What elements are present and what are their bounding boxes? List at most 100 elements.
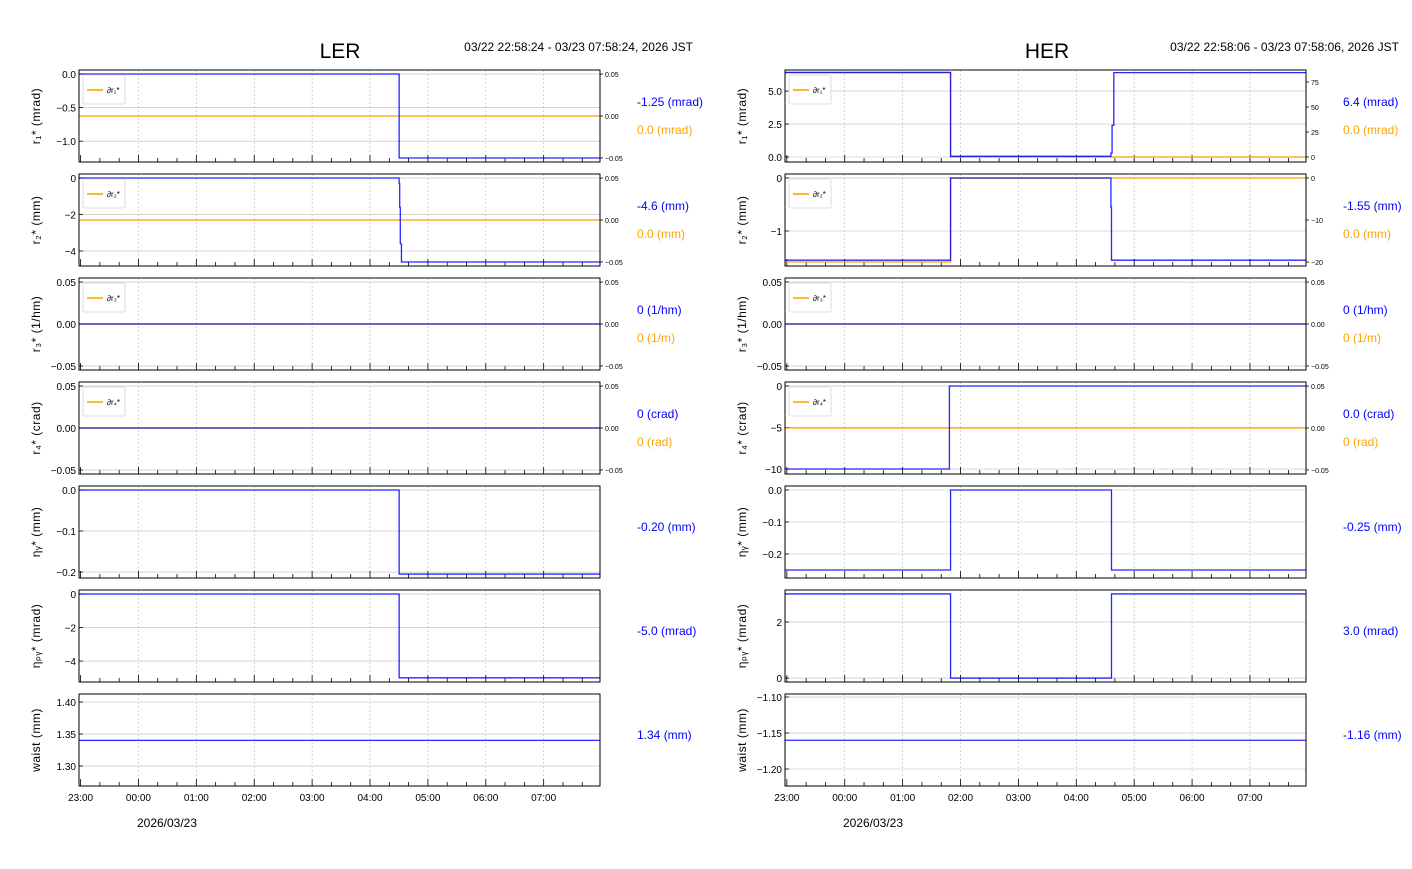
y-axis-label: ηᵧ* (mm) [735,507,749,558]
y-tick-label: 0 [776,174,782,185]
secondary-value-readout: 0 (rad) [1343,435,1378,449]
plot-frame [784,69,1307,163]
legend: ∂r₂* [788,178,832,209]
y-axis-label: ηₚᵧ* (mrad) [29,604,43,669]
primary-series-line [79,593,600,679]
legend-label: ∂r₁* [813,86,825,95]
primary-value-readout: 1.34 (mm) [637,728,692,742]
y-tick-label: −0.1 [56,527,76,538]
y-tick-label: 0.0 [62,486,76,497]
right-y-tick-label: 0.05 [1311,384,1325,391]
legend-label: ∂r₄* [107,398,120,407]
y-axis-label: r₂* (mm) [29,196,43,245]
y-tick-label: −4 [65,247,77,258]
secondary-value-readout: 0 (rad) [637,435,672,449]
y-axis-label: ηᵧ* (mm) [29,507,43,558]
x-tick-label: 04:00 [1064,793,1089,804]
y-tick-label: −4 [65,657,77,668]
panel-7: −1.10 −1.15 −1.20 waist (mm) -1.16 (mm) [735,693,1402,787]
panel-2: 0 −2 −4 0.05 0.00 −0.05 ∂r₂* r₂* (mm) -4.6 (mm) 0… [29,173,689,267]
panel-3: 0.05 0.00 −0.05 0.05 0.00 −0.05 ∂r₃* r₃* (1/hm)… [29,277,682,373]
right-y-tick-label: 0.00 [605,218,619,225]
panel-3: 0.05 0.00 −0.05 0.05 0.00 −0.05 ∂r₃* r₃* (1/hm)… [735,277,1388,373]
legend-label: ∂r₃* [813,294,826,303]
y-tick-label: 0.05 [57,278,77,289]
y-tick-label: −1.15 [757,729,783,740]
legend: ∂r₁* [82,74,126,105]
panel-4: 0.05 0.00 −0.05 0.05 0.00 −0.05 ∂r₄* r₄* (crad)… [29,381,678,477]
primary-value-readout: 0 (crad) [637,407,678,421]
right-y-tick-label: 0.05 [605,72,619,79]
panel-2: 0−10−10−20∂r₂*r₂* (mm) -1.55 (mm)0.0 (mm) [735,173,1402,267]
time-range-label: 03/22 22:58:24 - 03/23 07:58:24, 2026 JS… [464,40,694,54]
y-tick-label: −1.20 [757,765,783,776]
panel-7: 1.40 1.35 1.30 waist (mm) 1.34 (mm) [29,693,692,787]
y-tick-label: 0 [70,174,76,185]
y-tick-label: −2 [65,211,77,222]
legend: ∂r₄* [788,386,832,417]
legend: ∂r₂* [82,178,126,209]
time-range-label: 03/22 22:58:06 - 03/23 07:58:06, 2026 JS… [1170,40,1400,54]
y-axis-label: r₄* (crad) [735,401,749,454]
y-axis-label: r₄* (crad) [29,401,43,454]
beam-optics-figure: LER 03/22 22:58:24 - 03/23 07:58:24, 2026… [29,40,1402,830]
right-y-tick-label: 25 [1311,130,1319,137]
x-tick-label: 03:00 [1006,793,1031,804]
x-tick-label: 02:00 [242,793,267,804]
secondary-value-readout: 0 (1/m) [637,331,675,345]
panel-4: 0 −5 −10 0.05 0.00 −0.05 ∂r₄* r₄* (crad) 0.0 (cr… [735,381,1394,476]
primary-series-line [785,489,1306,571]
y-tick-label: −0.05 [757,362,783,373]
y-tick-label: 2 [776,618,782,629]
x-tick-label: 23:00 [774,793,799,804]
legend-label: ∂r₁* [107,86,119,95]
y-tick-label: 0.00 [57,320,77,331]
y-tick-label: 0.0 [768,153,782,164]
legend-label: ∂r₄* [813,398,826,407]
y-tick-label: −1.10 [757,693,783,704]
y-axis-label: waist (mm) [29,708,43,773]
primary-value-readout: 0.0 (crad) [1343,407,1394,421]
legend-label: ∂r₃* [107,294,120,303]
right-y-tick-label: 0.00 [605,322,619,329]
secondary-series-line [785,71,1306,158]
y-tick-label: 0.05 [763,278,783,289]
y-tick-label: −0.5 [56,104,76,115]
x-tick-label: 02:00 [948,793,973,804]
date-label: 2026/03/23 [137,816,197,830]
legend-label: ∂r₂* [107,190,120,199]
panel-6: 2 0 ηₚᵧ* (mrad) 3.0 (mrad) [735,589,1398,685]
y-axis-label: r₃* (1/hm) [735,296,749,353]
primary-value-readout: -0.25 (mm) [1343,520,1402,534]
right-y-tick-label: 0 [1311,155,1315,162]
right-y-tick-label: −0.05 [605,468,623,475]
plot-frame [784,589,1307,683]
y-axis-label: r₃* (1/hm) [29,296,43,353]
y-tick-label: −0.1 [762,518,782,529]
right-y-tick-label: 0.05 [605,176,619,183]
primary-value-readout: -4.6 (mm) [637,199,689,213]
y-tick-label: −5 [771,424,783,435]
right-y-tick-label: 50 [1311,105,1319,112]
primary-value-readout: 6.4 (mrad) [1343,95,1398,109]
x-tick-label: 07:00 [531,793,556,804]
chart-title: HER [1025,40,1069,63]
primary-value-readout: 0 (1/hm) [637,303,682,317]
x-tick-label: 07:00 [1237,793,1262,804]
x-tick-label: 00:00 [832,793,857,804]
x-tick-label: 00:00 [126,793,151,804]
right-y-tick-label: −0.05 [1311,364,1329,371]
x-tick-label: 23:00 [68,793,93,804]
right-y-tick-label: −20 [1311,260,1323,267]
secondary-series-line [785,177,1306,263]
right-y-tick-label: −0.05 [1311,468,1329,475]
y-tick-label: 0 [70,590,76,601]
legend: ∂r₃* [82,282,126,313]
primary-value-readout: -1.55 (mm) [1343,199,1402,213]
y-tick-label: −1 [771,227,783,238]
y-tick-label: −0.05 [51,362,77,373]
legend-label: ∂r₂* [813,190,826,199]
y-tick-label: 1.40 [57,698,77,709]
y-axis-label: waist (mm) [735,708,749,773]
y-tick-label: 0.0 [62,70,76,81]
